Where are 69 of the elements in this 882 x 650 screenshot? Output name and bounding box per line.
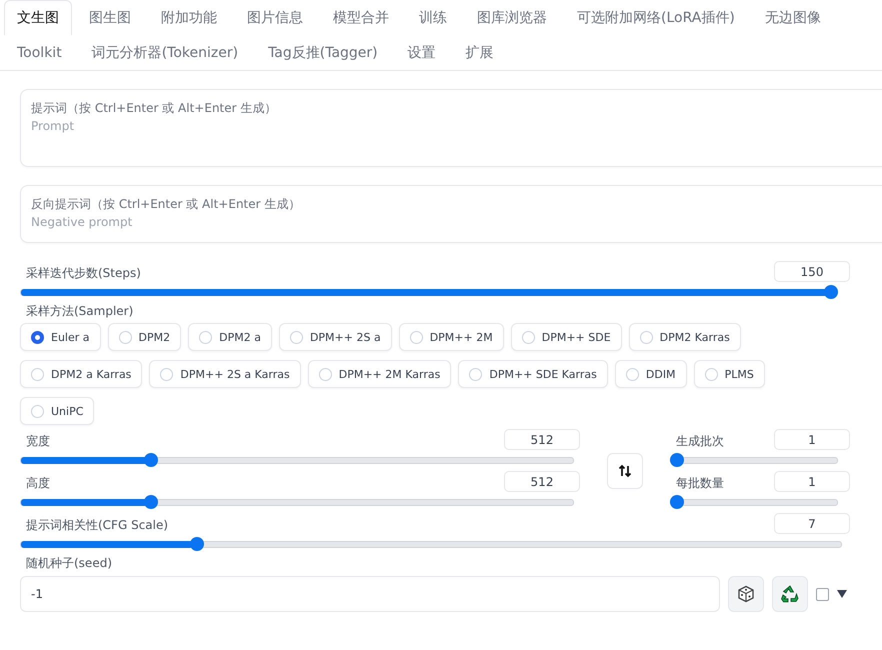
number-field[interactable]: 7: [774, 513, 850, 534]
prompt-field[interactable]: Prompt: [31, 117, 882, 135]
tab[interactable]: 附加功能: [148, 0, 230, 35]
slider-label: 高度: [25, 475, 50, 492]
tab[interactable]: 图生图: [76, 0, 144, 35]
slider-label: 提示词相关性(CFG Scale): [25, 517, 168, 534]
slider-label: 每批数量: [675, 475, 724, 492]
checkbox[interactable]: [816, 588, 829, 600]
slider-thumb[interactable]: [190, 537, 204, 551]
tab[interactable]: 扩展: [452, 35, 507, 70]
dice-icon: [737, 585, 755, 603]
slider[interactable]: [20, 495, 574, 509]
slider-label: 生成批次: [675, 433, 724, 450]
seed-field[interactable]: -1: [20, 576, 720, 612]
prompt-label: 提示词（按 Ctrl+Enter 或 Alt+Enter 生成）: [31, 100, 278, 117]
sampler-option[interactable]: DPM++ SDE Karras: [458, 360, 608, 388]
sampler-option[interactable]: DPM2 Karras: [628, 323, 741, 351]
negative-prompt-label: 反向提示词（按 Ctrl+Enter 或 Alt+Enter 生成）: [31, 196, 302, 213]
sampler-label: 采样方法(Sampler): [25, 303, 134, 320]
number-field[interactable]: 512: [504, 429, 580, 450]
tab[interactable]: 图片信息: [234, 0, 316, 35]
slider-thumb[interactable]: [670, 495, 684, 509]
tab[interactable]: 设置: [394, 35, 449, 70]
sampler-option[interactable]: DPM++ SDE: [510, 323, 622, 351]
slider[interactable]: [20, 285, 838, 299]
sampler-option[interactable]: DPM++ 2S a: [278, 323, 392, 351]
slider[interactable]: [670, 495, 838, 509]
sampler-option[interactable]: DPM2: [108, 323, 182, 351]
slider-label: 宽度: [25, 433, 50, 450]
swap-icon: [618, 464, 632, 478]
sampler-option[interactable]: DPM++ 2S a Karras: [149, 360, 301, 388]
slider[interactable]: [670, 453, 838, 467]
tab[interactable]: Toolkit: [4, 35, 75, 70]
slider-thumb[interactable]: [670, 453, 684, 467]
dropdown-arrow-icon[interactable]: [837, 590, 847, 598]
random-seed-button[interactable]: [728, 576, 764, 612]
tab[interactable]: 可选附加网络(LoRA插件): [564, 0, 748, 35]
reuse-seed-button[interactable]: [772, 576, 808, 612]
tab[interactable]: 图库浏览器: [464, 0, 560, 35]
negative-prompt-panel[interactable]: 反向提示词（按 Ctrl+Enter 或 Alt+Enter 生成） Negative prompt: [20, 185, 882, 243]
slider-label: 采样迭代步数(Steps): [25, 265, 141, 282]
slider-thumb[interactable]: [824, 285, 838, 299]
tab[interactable]: 词元分析器(Tokenizer): [78, 35, 252, 70]
sampler-option[interactable]: DDIM: [614, 360, 687, 388]
slider[interactable]: [20, 453, 574, 467]
sampler-option[interactable]: DPM++ 2M Karras: [308, 360, 452, 388]
sampler-option[interactable]: DPM2 a: [188, 323, 272, 351]
number-field[interactable]: 1: [774, 471, 850, 492]
slider-thumb[interactable]: [144, 495, 158, 509]
tab[interactable]: Tag反推(Tagger): [255, 35, 391, 70]
prompt-panel[interactable]: 提示词（按 Ctrl+Enter 或 Alt+Enter 生成） Prompt: [20, 89, 882, 167]
sampler-option[interactable]: DPM2 a Karras: [20, 360, 142, 388]
sampler-option[interactable]: UniPC: [20, 397, 94, 425]
sampler-option[interactable]: DPM++ 2M: [398, 323, 504, 351]
negative-prompt-field[interactable]: Negative prompt: [31, 213, 882, 231]
sampler-option[interactable]: PLMS: [694, 360, 765, 388]
swap-button[interactable]: [607, 453, 643, 489]
number-field[interactable]: 512: [504, 471, 580, 492]
sampler-option[interactable]: Euler a: [20, 323, 101, 351]
tab[interactable]: 模型合并: [320, 0, 402, 35]
slider-thumb[interactable]: [144, 453, 158, 467]
recycle-icon: [780, 584, 800, 604]
tab[interactable]: 文生图: [4, 0, 72, 35]
tab[interactable]: 训练: [406, 0, 460, 35]
seed-label: 随机种子(seed): [25, 555, 113, 572]
number-field[interactable]: 1: [774, 429, 850, 450]
tab[interactable]: 无边图像: [752, 0, 834, 35]
slider[interactable]: [20, 537, 842, 551]
number-field[interactable]: 150: [774, 261, 850, 282]
